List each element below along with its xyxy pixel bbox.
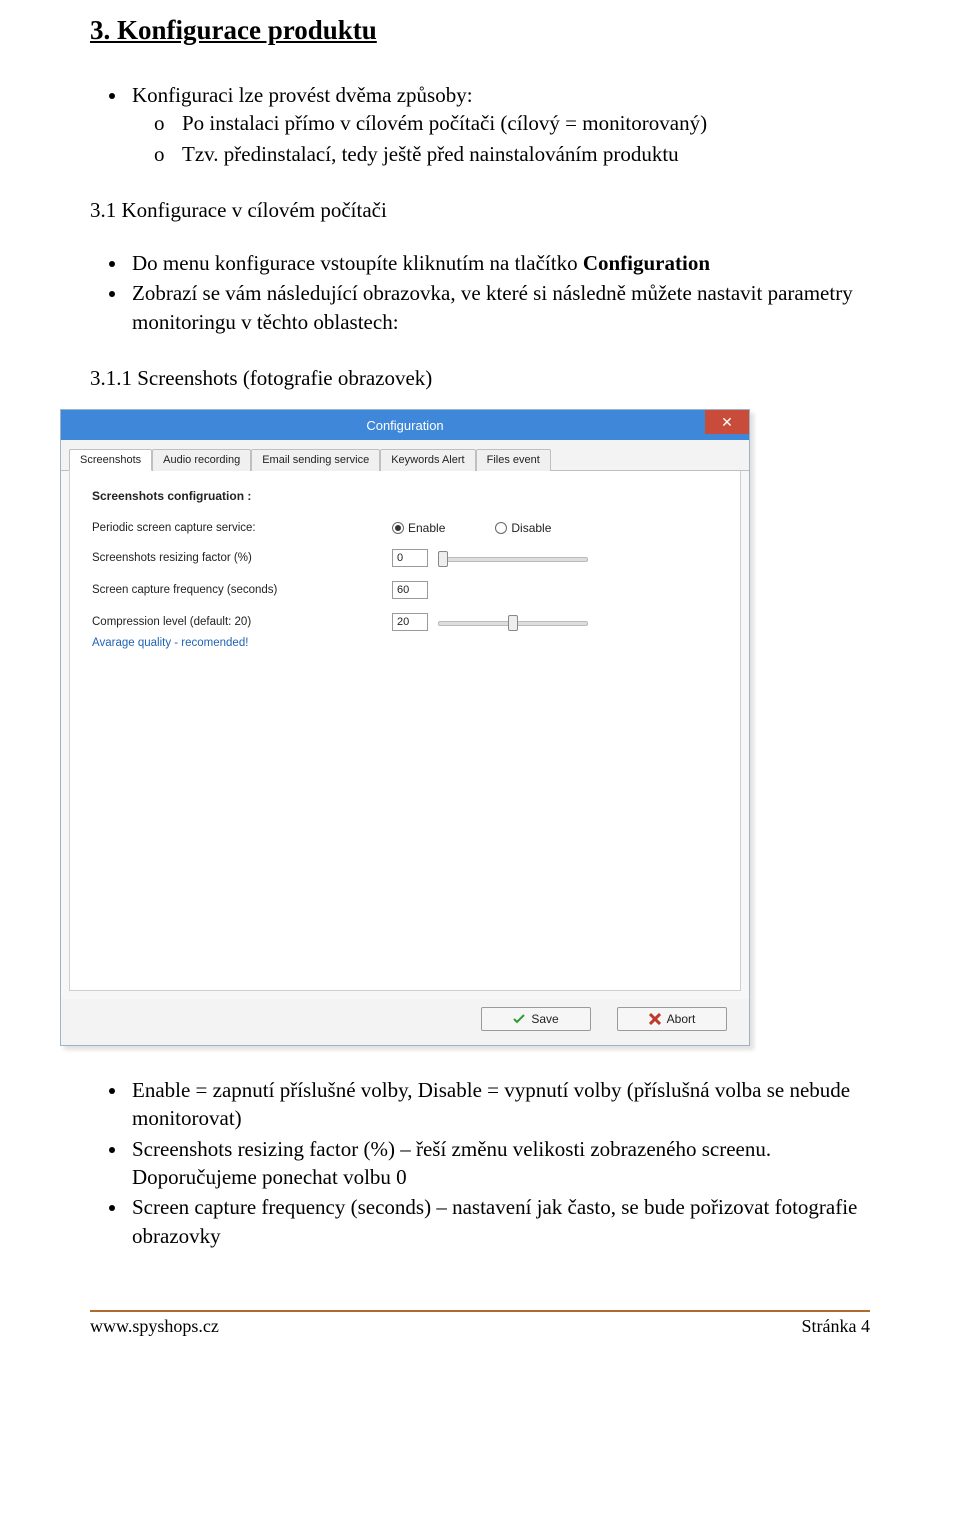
freq-input[interactable]: 60 <box>392 581 428 599</box>
footer-separator <box>90 1310 870 1312</box>
sub31-b1-bold: Configuration <box>583 251 710 275</box>
freq-label: Screen capture frequency (seconds) <box>92 584 392 596</box>
abort-button-label: Abort <box>667 1012 696 1026</box>
quality-note: Avarage quality - recomended! <box>92 637 718 649</box>
intro-text: Konfiguraci lze provést dvěma způsoby: <box>132 83 473 107</box>
compress-input[interactable]: 20 <box>392 613 428 631</box>
disable-radio[interactable]: Disable <box>495 521 551 535</box>
periodic-label: Periodic screen capture service: <box>92 522 392 534</box>
after-b2: Screenshots resizing factor (%) – řeší z… <box>128 1135 870 1192</box>
footer-right: Stránka 4 <box>802 1316 870 1337</box>
enable-radio[interactable]: Enable <box>392 521 445 535</box>
check-icon <box>513 1014 525 1024</box>
intro-sub-0: Po instalaci přímo v cílovém počítači (c… <box>178 109 870 137</box>
dialog-button-row: Save Abort <box>61 999 749 1045</box>
save-button-label: Save <box>531 1012 558 1026</box>
footer-left: www.spyshops.cz <box>90 1316 219 1337</box>
after-b1: Enable = zapnutí příslušné volby, Disabl… <box>128 1076 870 1133</box>
tab-files-event[interactable]: Files event <box>476 449 551 471</box>
cross-icon <box>649 1013 661 1025</box>
compress-slider[interactable] <box>438 615 588 629</box>
disable-radio-label: Disable <box>511 521 551 535</box>
abort-button[interactable]: Abort <box>617 1007 727 1031</box>
tab-email-service[interactable]: Email sending service <box>251 449 380 471</box>
compress-label: Compression level (default: 20) <box>92 616 392 628</box>
config-dialog-screenshot: Configuration ✕ Screenshots Audio record… <box>60 409 750 1046</box>
tab-screenshots[interactable]: Screenshots <box>69 449 152 471</box>
close-icon: ✕ <box>721 414 733 431</box>
resize-label: Screenshots resizing factor (%) <box>92 552 392 564</box>
settings-panel: Screenshots configruation : Periodic scr… <box>69 471 741 991</box>
page-footer: www.spyshops.cz Stránka 4 <box>90 1316 870 1345</box>
intro-sub-1: Tzv. předinstalací, tedy ještě před nain… <box>178 140 870 168</box>
sub31-b2: Zobrazí se vám následující obrazovka, ve… <box>128 279 870 336</box>
after-b3: Screen capture frequency (seconds) – nas… <box>128 1193 870 1250</box>
tabs: Screenshots Audio recording Email sendin… <box>61 440 749 471</box>
section-title: 3. Konfigurace produktu <box>90 15 870 46</box>
sub311-title: 3.1.1 Screenshots (fotografie obrazovek) <box>90 366 870 391</box>
save-button[interactable]: Save <box>481 1007 591 1031</box>
sub31-b1-pre: Do menu konfigurace vstoupíte kliknutím … <box>132 251 583 275</box>
tab-keywords-alert[interactable]: Keywords Alert <box>380 449 475 471</box>
resize-slider[interactable] <box>438 551 588 565</box>
enable-radio-label: Enable <box>408 521 445 535</box>
panel-heading: Screenshots configruation : <box>92 489 718 503</box>
radio-dot-icon <box>495 522 507 534</box>
window-title: Configuration <box>366 418 443 433</box>
close-button[interactable]: ✕ <box>705 410 749 434</box>
tab-audio-recording[interactable]: Audio recording <box>152 449 251 471</box>
intro-list: Konfiguraci lze provést dvěma způsoby: P… <box>90 81 870 168</box>
radio-dot-icon <box>392 522 404 534</box>
titlebar: Configuration ✕ <box>61 410 749 440</box>
sub31-title: 3.1 Konfigurace v cílovém počítači <box>90 198 870 223</box>
sub31-list: Do menu konfigurace vstoupíte kliknutím … <box>90 249 870 336</box>
after-list: Enable = zapnutí příslušné volby, Disabl… <box>90 1076 870 1250</box>
resize-input[interactable]: 0 <box>392 549 428 567</box>
